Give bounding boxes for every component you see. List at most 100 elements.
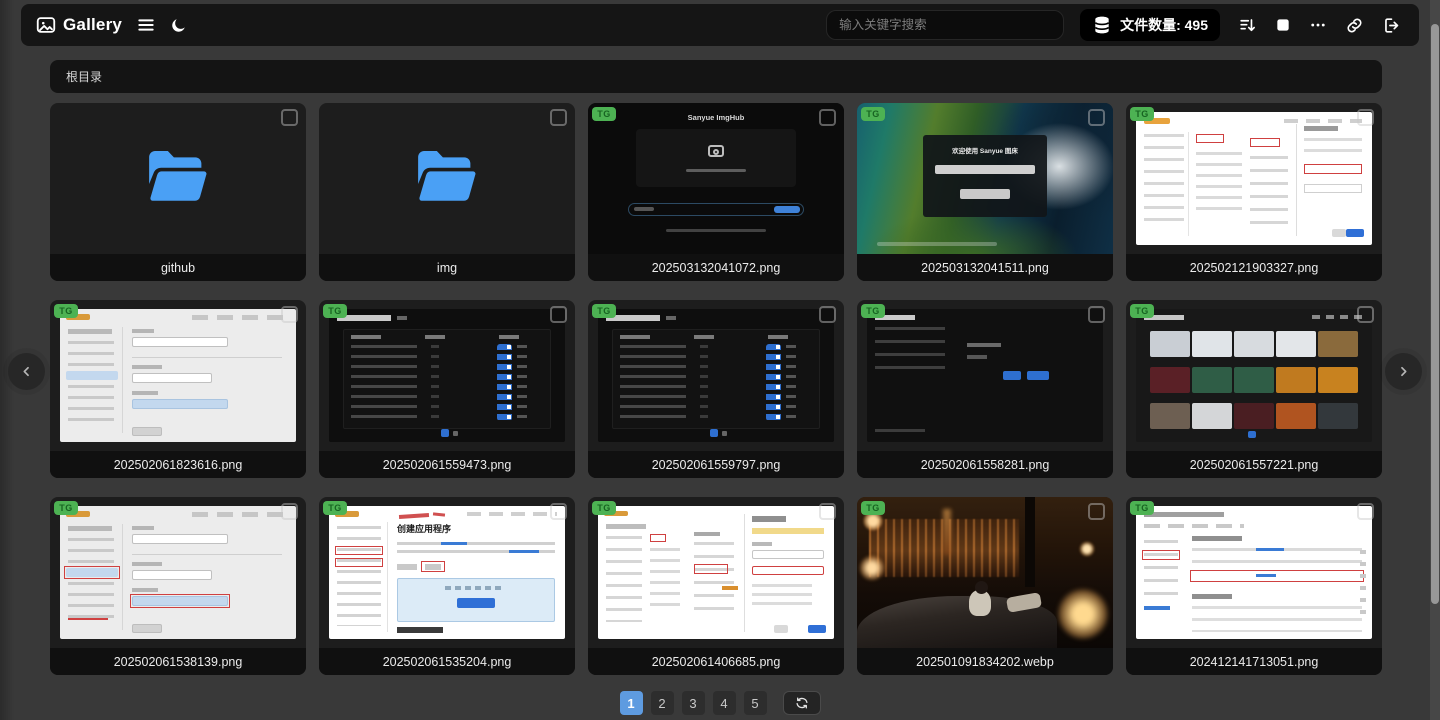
- thumbnail-art: [132, 399, 228, 409]
- select-checkbox[interactable]: [550, 306, 567, 323]
- thumbnail-art: [967, 343, 1001, 347]
- file-name: 202502061406685.png: [651, 654, 781, 669]
- select-checkbox[interactable]: [550, 109, 567, 126]
- select-checkbox[interactable]: [1088, 306, 1105, 323]
- refresh-button[interactable]: [782, 691, 821, 715]
- select-checkbox[interactable]: [1357, 306, 1374, 323]
- prev-page-arrow[interactable]: [8, 353, 45, 390]
- image-card[interactable]: TG 202412141713051.png: [1126, 497, 1382, 675]
- thumbnail-art: [132, 391, 158, 395]
- file-name-bar: 202502061559473.png: [319, 451, 575, 478]
- page-button-4[interactable]: 4: [712, 691, 736, 715]
- next-page-arrow[interactable]: [1385, 353, 1422, 390]
- page-button-1[interactable]: 1: [619, 691, 643, 715]
- thumbnail-art: [694, 564, 728, 574]
- thumbnail-art: [650, 548, 680, 608]
- select-checkbox[interactable]: [1088, 109, 1105, 126]
- image-card[interactable]: TG 202502121903327.png: [1126, 103, 1382, 281]
- file-name: 202502061558281.png: [920, 457, 1050, 472]
- thumbnail-art: [192, 512, 288, 517]
- scrollbar-track[interactable]: [1430, 0, 1440, 720]
- copy-link-icon[interactable]: [1345, 16, 1364, 35]
- select-checkbox[interactable]: [281, 503, 298, 520]
- thumbnail-art: [710, 429, 718, 437]
- thumbnail: [857, 300, 1113, 451]
- thumbnail-art: [351, 335, 381, 339]
- thumbnail-art: [467, 512, 557, 516]
- thumbnail-art: [1346, 229, 1364, 237]
- thumbnail-art: [441, 542, 467, 545]
- select-checkbox[interactable]: [550, 503, 567, 520]
- select-checkbox[interactable]: [819, 306, 836, 323]
- logout-icon[interactable]: [1382, 16, 1401, 35]
- thumbnail-art: [1304, 138, 1362, 158]
- thumbnail-art: [329, 309, 565, 442]
- thumbnail-art: [786, 345, 796, 423]
- thumbnail-art: [132, 588, 158, 592]
- moon-icon[interactable]: [170, 17, 187, 34]
- page-button-2[interactable]: 2: [650, 691, 674, 715]
- menu-icon[interactable]: [136, 15, 156, 35]
- thumbnail-art: [441, 429, 449, 437]
- thumbnail-art: [1144, 606, 1170, 610]
- thumbnail-art: [507, 345, 511, 422]
- image-card[interactable]: TG 202502061406685.png: [588, 497, 844, 675]
- folder-card[interactable]: github: [50, 103, 306, 281]
- folder-card[interactable]: img: [319, 103, 575, 281]
- thumbnail-art: [122, 327, 123, 433]
- image-card[interactable]: TG 202502061559473.png: [319, 300, 575, 478]
- thumbnail-art: [650, 534, 666, 542]
- select-checkbox[interactable]: [1088, 503, 1105, 520]
- thumbnail-art: [1276, 331, 1316, 357]
- thumbnail-art: [132, 562, 162, 566]
- thumbnail-art: [620, 335, 650, 339]
- channel-badge: TG: [54, 304, 78, 318]
- channel-badge: TG: [323, 501, 347, 515]
- refresh-icon: [795, 696, 809, 710]
- thumbnail-art: [960, 189, 1010, 199]
- select-checkbox[interactable]: [819, 503, 836, 520]
- image-card[interactable]: TG 202501091834202.webp: [857, 497, 1113, 675]
- image-card[interactable]: TG 202502061558281.png: [857, 300, 1113, 478]
- page-button-5[interactable]: 5: [743, 691, 767, 715]
- image-card[interactable]: TG 202502061557221.png: [1126, 300, 1382, 478]
- thumbnail-art: [122, 524, 123, 630]
- image-card[interactable]: TG 202502061538139.png: [50, 497, 306, 675]
- select-checkbox[interactable]: [819, 109, 836, 126]
- select-checkbox[interactable]: [281, 306, 298, 323]
- thumbnail-art: [132, 534, 228, 544]
- thumbnail-art: [351, 345, 417, 423]
- file-name: 202501091834202.webp: [916, 654, 1054, 669]
- thumbnail-art: [64, 566, 120, 579]
- thumbnail-art: [397, 564, 417, 570]
- scrollbar-thumb[interactable]: [1431, 24, 1439, 604]
- thumbnail-art: [694, 542, 734, 612]
- image-card[interactable]: Sanyue ImgHub TG 202503132041072.png: [588, 103, 844, 281]
- thumbnail-art: [1136, 309, 1372, 442]
- image-card[interactable]: 创建应用程序 TG 202502061535204.png: [319, 497, 575, 675]
- breadcrumb[interactable]: 根目录: [50, 60, 1382, 93]
- more-options-icon[interactable]: [1309, 16, 1327, 34]
- thumbnail-art: [1057, 588, 1109, 640]
- thumbnail: 创建应用程序: [319, 497, 575, 648]
- select-checkbox[interactable]: [1357, 109, 1374, 126]
- select-all-icon[interactable]: [1275, 17, 1291, 33]
- image-card[interactable]: TG 202502061559797.png: [588, 300, 844, 478]
- select-checkbox[interactable]: [1357, 503, 1374, 520]
- image-card[interactable]: 欢迎使用 Sanyue 图床 TG 202503132041511.png: [857, 103, 1113, 281]
- thumbnail: [319, 103, 575, 254]
- thumbnail-art: [1188, 132, 1189, 236]
- select-checkbox[interactable]: [281, 109, 298, 126]
- thumbnail-art: [1003, 371, 1021, 380]
- chevron-left-icon: [19, 364, 34, 379]
- image-card[interactable]: TG 202502061823616.png: [50, 300, 306, 478]
- thumbnail-art: [68, 618, 108, 620]
- thumbnail-art: [1192, 606, 1362, 632]
- search-input[interactable]: [826, 10, 1065, 40]
- thumbnail-art: [335, 558, 383, 567]
- breadcrumb-root[interactable]: 根目录: [66, 68, 102, 85]
- thumbnail: [588, 300, 844, 451]
- gallery-logo-icon: [35, 14, 57, 36]
- sort-descending-icon[interactable]: [1238, 16, 1257, 35]
- page-button-3[interactable]: 3: [681, 691, 705, 715]
